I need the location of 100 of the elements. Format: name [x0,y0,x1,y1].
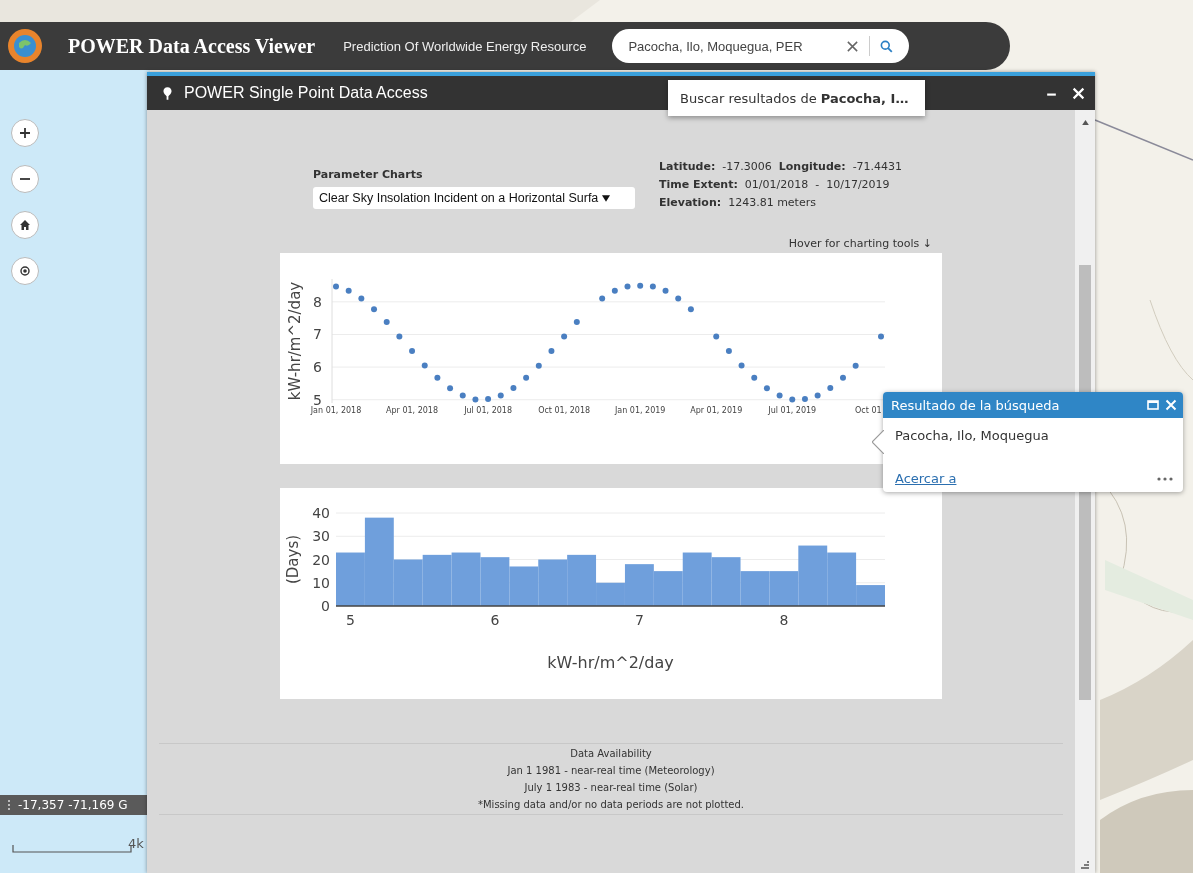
data-point [611,287,618,294]
axis-tick-label: 6 [313,359,322,376]
data-point [535,362,542,369]
data-point [713,333,720,340]
footer-text: Jan 1 1981 - near-real time (Meteorology) [507,765,715,776]
app-title: POWER Data Access Viewer [68,34,316,58]
info-label: Longitude: [778,160,846,173]
parameter-label: Parameter Charts [313,168,424,181]
data-point [637,282,644,289]
caret-icon [602,194,611,202]
data-point [725,348,732,355]
axis-tick-label: Jan 01, 2018 [310,406,362,415]
axis-tick-label: 8 [313,293,322,310]
axis-tick-label: Oct 01 [855,406,882,415]
maximize-icon[interactable] [1147,399,1159,411]
histogram-bar [480,557,510,606]
axis-tick-label: Oct 01, 2018 [538,406,591,415]
histogram-bar [538,559,568,606]
data-point [814,392,821,399]
pin-icon [163,86,172,100]
info-label: Latitude: [659,160,716,173]
more-icon[interactable] [1157,476,1173,481]
search-icon[interactable] [880,39,894,53]
axis-tick-label: 20 [312,551,330,568]
scroll-up-icon[interactable] [1081,120,1089,125]
info-value: 01/01/2018 - 10/17/2019 [744,178,890,191]
data-point [662,287,669,294]
info-label: Time Extent: [659,178,738,191]
data-point [840,374,846,381]
footer-text: *Missing data and/or no data periods are not plotted. [478,799,744,810]
data-point [396,333,403,340]
data-point [751,374,758,381]
data-point [472,396,479,403]
histogram-bar [422,554,452,606]
histogram-bar [509,566,539,606]
home-icon [19,219,31,231]
axis-tick-label: Jul 01, 2019 [768,406,817,415]
axis-tick-label: 5 [346,612,355,628]
data-point [510,385,517,391]
axis-tick-label: 6 [490,612,500,628]
data-point [789,396,796,403]
data-point [852,362,859,369]
axis-tick-label: 7 [634,612,644,628]
data-point [573,319,580,326]
data-point [801,396,808,403]
axis-tick-label: Apr 01, 2019 [690,406,743,415]
app-subtitle: Prediction Of Worldwide Energy Resource [343,38,587,54]
footer-text: Data Availability [570,748,652,759]
data-point [687,306,694,313]
data-point [548,348,555,355]
axis-tick-label: 30 [312,528,330,545]
grip-icon[interactable] [6,799,12,811]
data-point [624,283,631,290]
axis-tick-label: 40 [312,505,330,521]
search-field[interactable]: Pacocha, Ilo, Moquegua, PER [612,29,910,63]
data-point [485,396,492,403]
data-point [675,295,682,302]
axis-tick-label: Jan 01, 2019 [614,406,666,415]
info-value: -17.3006 [722,160,772,173]
footer-text: July 1 1983 - near-real time (Solar) [524,782,698,793]
popup-title: Resultado de la búsqueda [891,397,1060,413]
data-point [776,392,783,399]
info-value: -71.4431 [852,160,903,173]
charting-tools-hint[interactable]: Hover for charting tools ↓ [788,237,932,250]
data-point [345,287,352,294]
panel-title: POWER Single Point Data Access [184,84,428,102]
data-point [827,385,834,391]
parameter-dropdown[interactable]: Clear Sky Insolation Incident on a Horizontal Surfa [313,187,635,209]
coordinate-text: -17,357 -71,169 G [18,798,128,812]
data-point [358,295,365,302]
logo-icon [8,29,42,63]
search-suggestion[interactable]: Buscar resultados de Pacocha, I… [668,80,925,116]
resize-grip-icon[interactable] [1081,861,1089,869]
minus-icon [19,178,31,180]
data-point [459,392,466,399]
data-point [447,385,454,392]
data-point [434,374,441,381]
data-point [371,306,377,313]
axis-tick-label: 0 [321,598,330,614]
info-value: 1243.81 meters [728,196,816,209]
scale-label: 4k [128,836,144,851]
info-label: Elevation: [659,196,722,209]
axis-tick-label: Jul 01, 2018 [464,406,512,415]
axis-tick-label: 5 [313,391,322,408]
data-point [561,333,568,340]
histogram-bar [451,552,481,606]
axis-tick-label: 10 [312,574,330,591]
data-point [421,362,428,369]
data-point [383,319,390,326]
data-point [878,333,884,340]
axis-label: kW-hr/m^2/day [547,653,674,672]
locate-icon [19,265,31,277]
data-point [599,295,606,302]
data-point [738,362,745,369]
axis-tick-label: 8 [779,612,789,628]
plus-icon [19,127,31,139]
close-icon[interactable] [846,39,860,53]
zoom-to-link[interactable]: Acercar a [895,471,957,486]
data-point [763,385,770,392]
data-point [649,283,656,290]
